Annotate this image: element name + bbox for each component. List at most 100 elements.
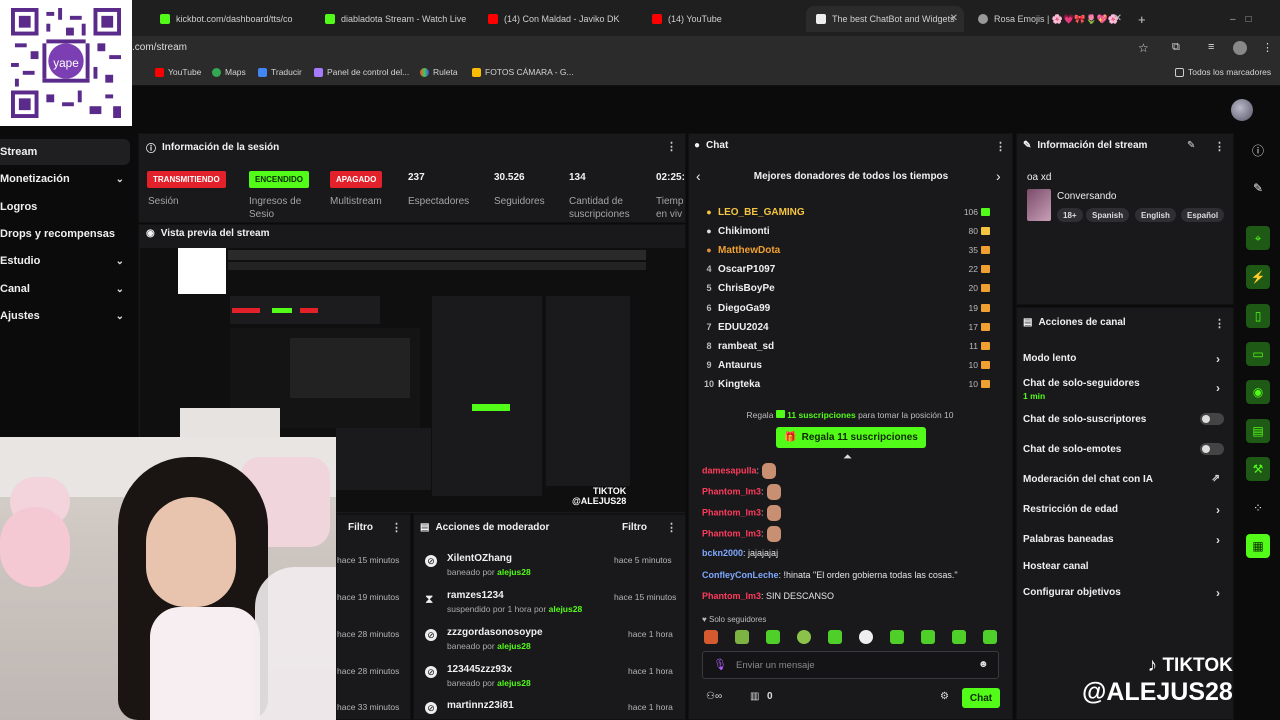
chat-input-placeholder[interactable]: Enviar un mensaje bbox=[736, 660, 815, 671]
infinity-icon[interactable]: ⚇∞ bbox=[706, 691, 722, 702]
bookmark-translate[interactable]: Traducir bbox=[258, 67, 302, 77]
stream-info-menu-icon[interactable]: ⋮ bbox=[1214, 140, 1225, 153]
tag-pill[interactable]: 18+ bbox=[1057, 208, 1083, 222]
browser-tab[interactable]: kickbot.com/dashboard/tts/co bbox=[150, 6, 315, 32]
emote-icon[interactable] bbox=[952, 630, 966, 644]
wrench-rail-icon[interactable]: ⚒ bbox=[1246, 457, 1270, 481]
nav-item-achievements[interactable]: Logros bbox=[0, 194, 130, 220]
action-followers-only-chat[interactable]: Chat de solo-seguidores 1 min › bbox=[1023, 378, 1228, 401]
emote-icon[interactable] bbox=[859, 630, 873, 644]
url-text[interactable]: .com/stream bbox=[132, 42, 187, 53]
chat-settings-gear-icon[interactable]: ⚙ bbox=[940, 691, 949, 702]
bookmark-maps[interactable]: Maps bbox=[212, 67, 246, 77]
action-slow-mode[interactable]: Modo lento › bbox=[1023, 352, 1228, 366]
multistream-status-badge[interactable]: APAGADO bbox=[330, 171, 383, 188]
microphone-icon[interactable]: 🎙 bbox=[713, 658, 727, 671]
left-filter-label[interactable]: Filtro bbox=[348, 522, 373, 533]
clapper-rail-icon[interactable]: ▦ bbox=[1246, 534, 1270, 558]
send-chat-button[interactable]: Chat bbox=[962, 688, 1000, 708]
category-thumbnail[interactable] bbox=[1027, 189, 1051, 221]
browser-tab[interactable]: (14) YouTube bbox=[642, 6, 802, 32]
chat-viewer-count: 0 bbox=[767, 691, 773, 702]
translate-icon bbox=[258, 67, 267, 77]
emoji-picker-icon[interactable]: ☻ bbox=[978, 659, 989, 670]
action-host-channel[interactable]: Hostear canal bbox=[1023, 561, 1228, 572]
gift-subscriptions-button[interactable]: 🎁 Regala 11 suscripciones bbox=[776, 427, 926, 448]
session-menu-icon[interactable]: ⋮ bbox=[666, 140, 677, 153]
bookmark-youtube[interactable]: YouTube bbox=[155, 67, 201, 77]
nav-item-monetization[interactable]: Monetización ⌄ bbox=[0, 166, 130, 192]
emote-icon[interactable] bbox=[890, 630, 904, 644]
emote-icon[interactable] bbox=[921, 630, 935, 644]
all-bookmarks[interactable]: Todos los marcadores bbox=[1175, 67, 1271, 77]
chat-rail-icon[interactable]: ▭ bbox=[1246, 342, 1270, 366]
tag-pill[interactable]: Español bbox=[1181, 208, 1225, 222]
moderator-action-row[interactable]: ⧗ ramzes1234 suspendido por 1 hora por al… bbox=[425, 590, 582, 614]
address-bar[interactable] bbox=[0, 36, 1280, 62]
category-name[interactable]: Conversando bbox=[1057, 191, 1116, 202]
clip-rail-icon[interactable]: ⌖ bbox=[1246, 226, 1270, 250]
lightning-rail-icon[interactable]: ⚡ bbox=[1246, 265, 1270, 289]
nav-item-stream[interactable]: Stream bbox=[0, 139, 130, 165]
emote-icon[interactable] bbox=[735, 630, 749, 644]
broadcast-rail-icon[interactable]: ◉ bbox=[1246, 380, 1270, 404]
extensions-icon[interactable]: ⧉ bbox=[1172, 41, 1180, 54]
action-banned-words[interactable]: Palabras baneadas › bbox=[1023, 533, 1228, 547]
apps-rail-icon[interactable]: ⁘ bbox=[1246, 496, 1270, 520]
moderator-filter-button[interactable]: Filtro bbox=[622, 522, 647, 533]
emote-icon[interactable] bbox=[797, 630, 811, 644]
bookmark-star-icon[interactable]: ☆ bbox=[1138, 41, 1149, 55]
browser-tab[interactable]: (14) Con Maldad - Javiko DK bbox=[478, 6, 638, 32]
new-tab-button[interactable]: + bbox=[1128, 6, 1150, 32]
store-icon[interactable]: ▥ bbox=[750, 691, 759, 702]
document-rail-icon[interactable]: ▯ bbox=[1246, 304, 1270, 328]
emote-icon[interactable] bbox=[704, 630, 718, 644]
revenue-status-badge[interactable]: ENCENDIDO bbox=[249, 171, 310, 188]
moderator-action-row[interactable]: ⊘ 123445zzz93x baneado por alejus28 bbox=[425, 664, 531, 688]
moderator-action-row[interactable]: ⊘ martinnz23i81 bbox=[425, 700, 514, 714]
nav-item-studio[interactable]: Estudio ⌄ bbox=[0, 248, 130, 274]
channel-actions-menu-icon[interactable]: ⋮ bbox=[1214, 317, 1225, 330]
info-rail-icon[interactable]: ⓘ bbox=[1246, 138, 1270, 162]
browser-menu-icon[interactable]: ⋮ bbox=[1262, 41, 1273, 54]
nav-item-drops[interactable]: Drops y recompensas bbox=[0, 221, 130, 247]
close-tab-icon[interactable]: ✕ bbox=[950, 13, 958, 24]
browser-tab-active[interactable]: The best ChatBot and Widgets ✕ bbox=[806, 6, 964, 32]
close-tab-icon[interactable]: ✕ bbox=[1114, 13, 1122, 24]
action-ai-moderation[interactable]: Moderación del chat con IA ⇗ bbox=[1023, 473, 1228, 485]
moderator-menu-icon[interactable]: ⋮ bbox=[666, 521, 677, 534]
moderator-action-row[interactable]: ⊘ zzzgordasonosoype baneado por alejus28 bbox=[425, 627, 543, 651]
reading-list-icon[interactable]: ≡ bbox=[1208, 41, 1214, 53]
nav-item-settings[interactable]: Ajustes ⌄ bbox=[0, 303, 130, 329]
edit-pencil-icon[interactable]: ✎ bbox=[1187, 140, 1195, 151]
emote-icon[interactable] bbox=[983, 630, 997, 644]
wrench-icon: ✎ bbox=[1023, 140, 1032, 151]
nav-item-channel[interactable]: Canal ⌄ bbox=[0, 276, 130, 302]
tag-pill[interactable]: Spanish bbox=[1086, 208, 1130, 222]
emote-icon[interactable] bbox=[766, 630, 780, 644]
chevron-left-icon[interactable]: ‹ bbox=[696, 168, 701, 184]
pencil-rail-icon[interactable]: ✎ bbox=[1246, 176, 1270, 200]
user-avatar[interactable] bbox=[1231, 99, 1253, 121]
moderator-action-row[interactable]: ⊘ XilentOZhang baneado por alejus28 bbox=[425, 553, 531, 577]
profile-avatar[interactable] bbox=[1233, 41, 1247, 55]
window-controls[interactable]: –□ bbox=[1220, 6, 1280, 32]
bookmark-roulette[interactable]: Ruleta bbox=[420, 67, 458, 77]
emote-icon[interactable] bbox=[828, 630, 842, 644]
action-configure-goals[interactable]: Configurar objetivos › bbox=[1023, 586, 1228, 600]
chevron-right-icon[interactable]: › bbox=[996, 168, 1001, 184]
tag-pill[interactable]: English bbox=[1135, 208, 1176, 222]
emotes-only-toggle[interactable] bbox=[1200, 443, 1224, 455]
layout-rail-icon[interactable]: ▤ bbox=[1246, 419, 1270, 443]
subscribers-only-toggle[interactable] bbox=[1200, 413, 1224, 425]
bookmark-panel[interactable]: Panel de control del... bbox=[314, 67, 409, 77]
action-subscribers-only-chat[interactable]: Chat de solo-suscriptores bbox=[1023, 413, 1228, 425]
left-panel-menu-icon[interactable]: ⋮ bbox=[391, 521, 402, 534]
pin-collapse-icon[interactable]: ⏶ bbox=[843, 451, 852, 464]
action-age-restriction[interactable]: Restricción de edad › bbox=[1023, 503, 1228, 517]
bookmark-photos[interactable]: FOTOS CÁMARA - G... bbox=[472, 67, 574, 77]
browser-tab[interactable]: Rosa Emojis | 🌸💗🎀🌷💖🌸 ✕ bbox=[968, 6, 1128, 32]
browser-tab[interactable]: diabladota Stream - Watch Live bbox=[315, 6, 475, 32]
action-emotes-only-chat[interactable]: Chat de solo-emotes bbox=[1023, 443, 1228, 455]
chat-menu-icon[interactable]: ⋮ bbox=[995, 140, 1006, 153]
